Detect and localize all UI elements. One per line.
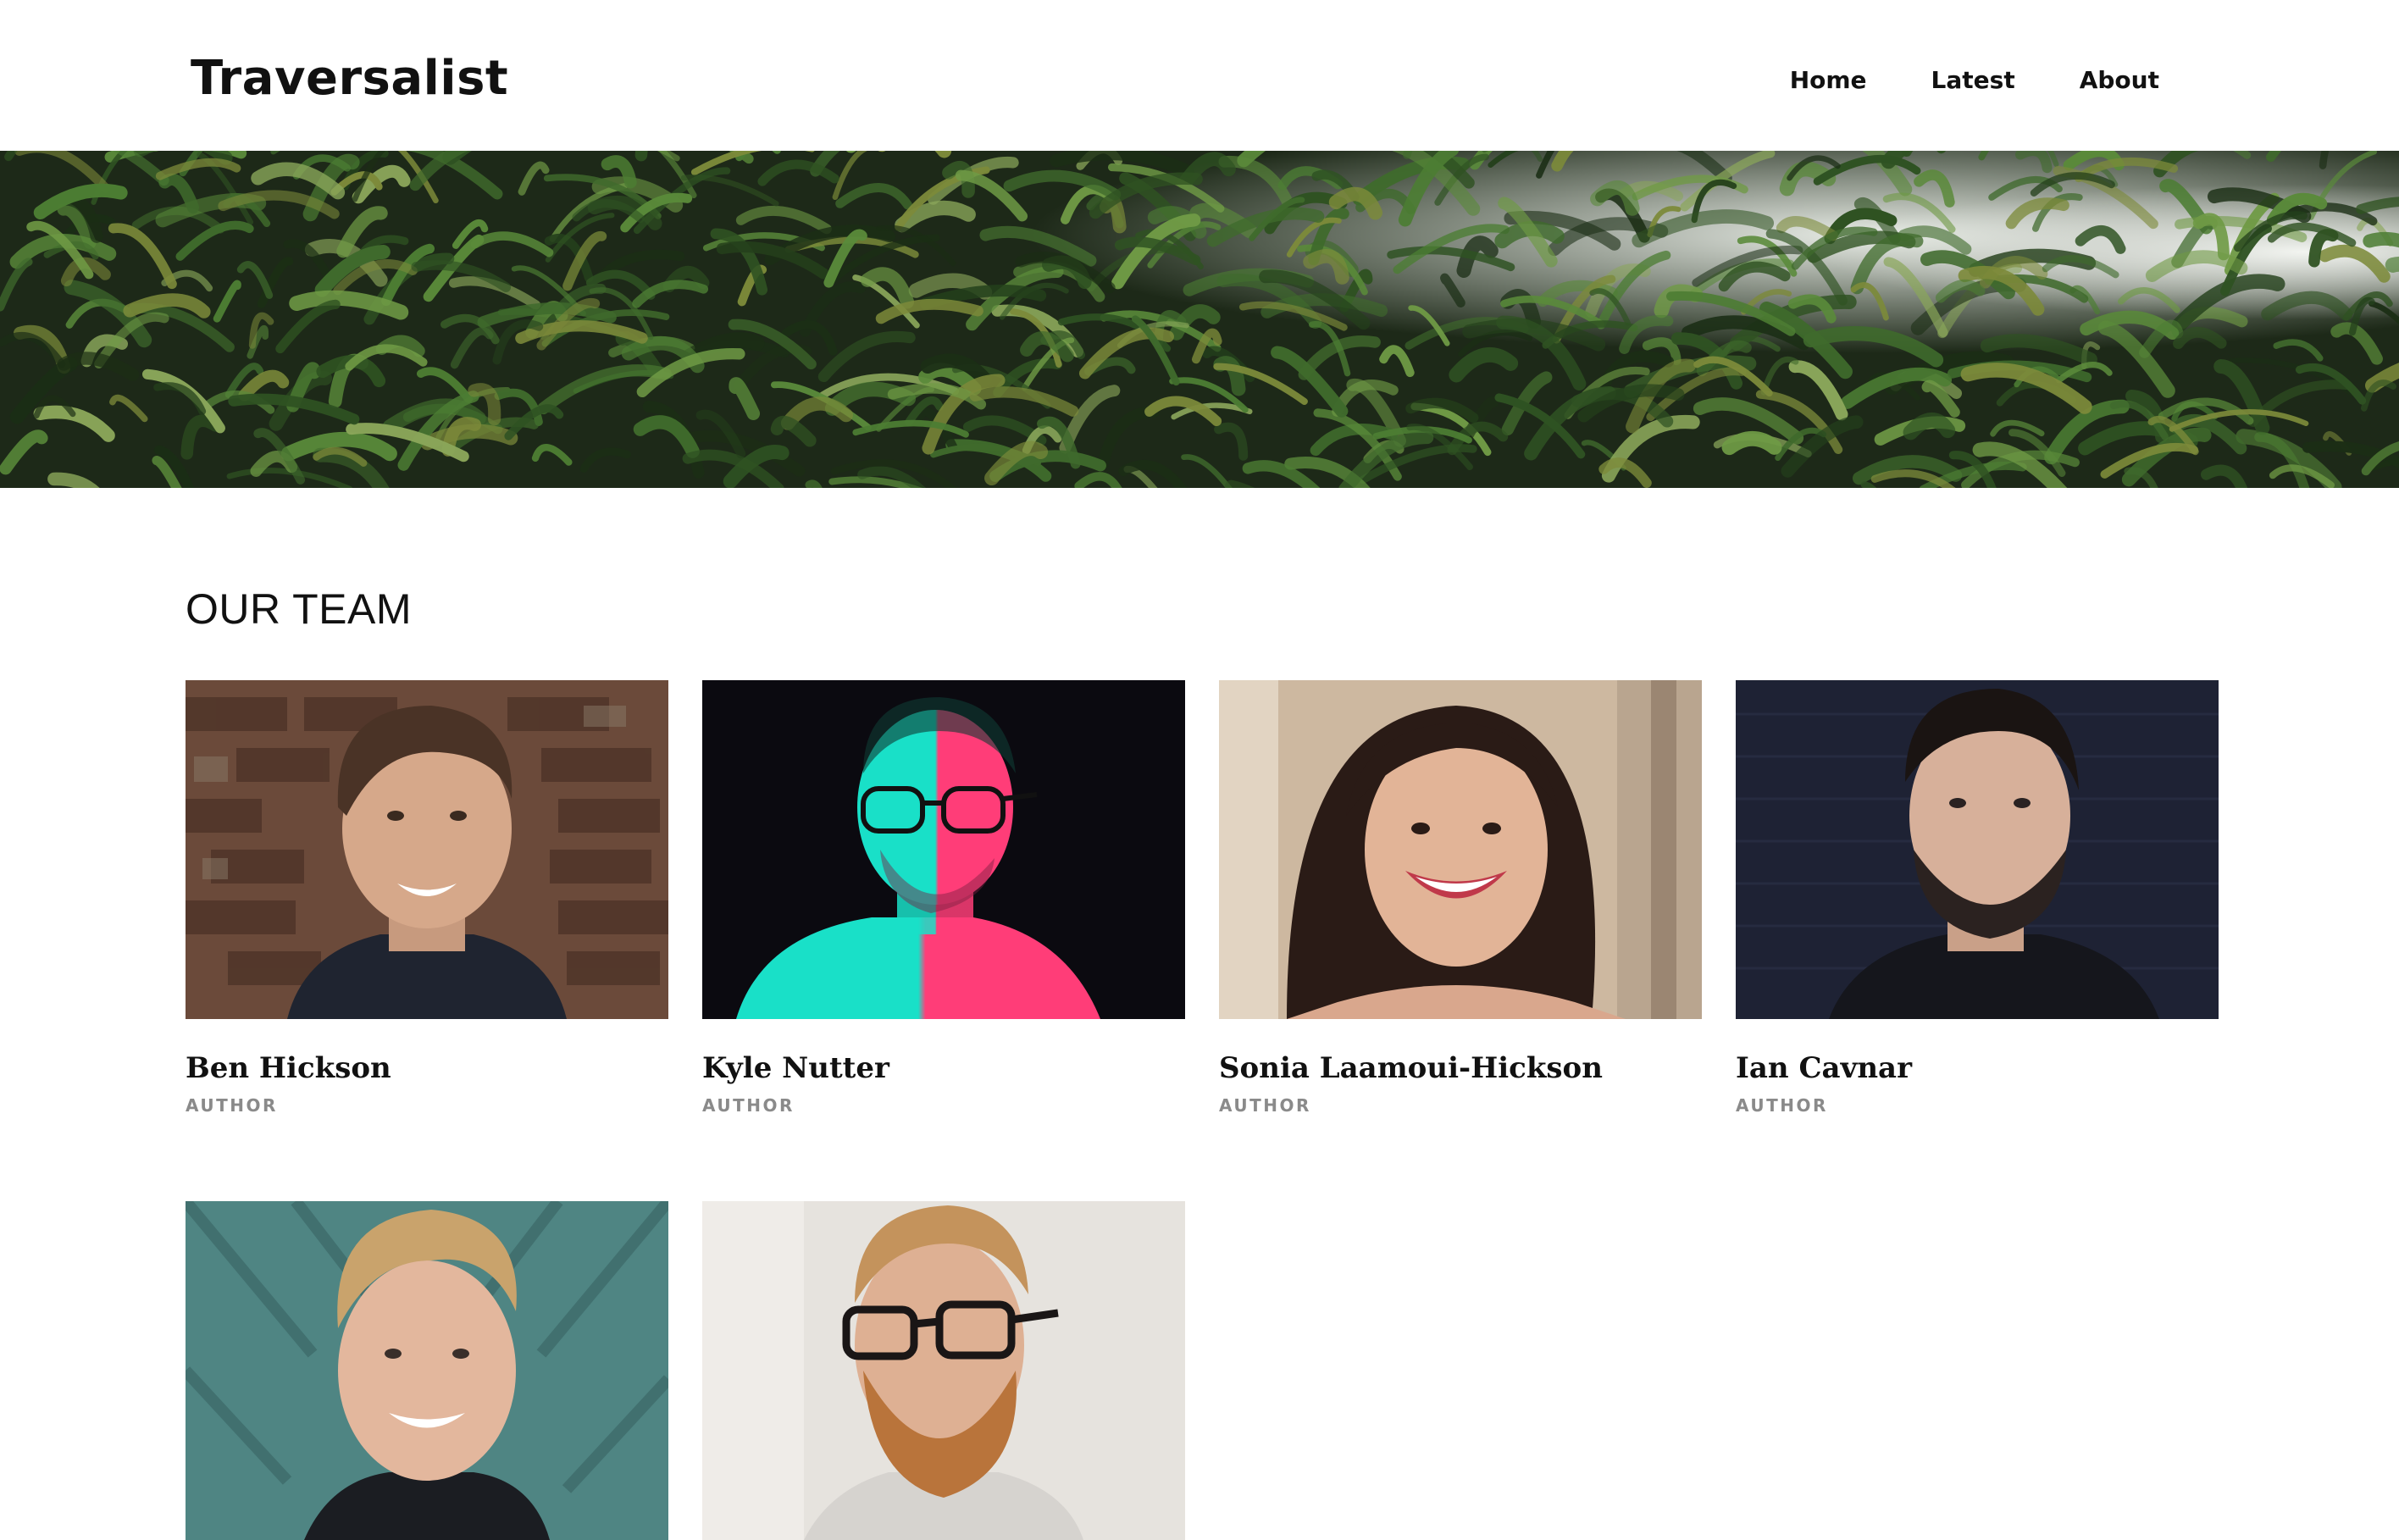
site-logo-link[interactable]: Traversalist [191, 51, 508, 106]
main-nav: Home Latest About [1726, 66, 2159, 94]
member-photo[interactable] [1219, 680, 1702, 1019]
nav-about-link[interactable]: About [2080, 66, 2159, 94]
member-name[interactable]: Kyle Nutter [702, 1051, 1185, 1085]
team-member-card[interactable]: Kyle Nutter AUTHOR [702, 680, 1185, 1116]
team-member-card[interactable]: Sonia Laamoui-Hickson AUTHOR [1219, 680, 1702, 1116]
member-role: AUTHOR [702, 1095, 1185, 1116]
team-member-card[interactable]: Ben Hickson AUTHOR [186, 680, 668, 1116]
team-member-card[interactable] [186, 1201, 668, 1540]
site-header: Traversalist Home Latest About [0, 0, 2399, 151]
member-photo[interactable] [702, 1201, 1185, 1540]
team-member-card[interactable] [702, 1201, 1185, 1540]
member-name[interactable]: Ben Hickson [186, 1051, 668, 1085]
member-name[interactable]: Ian Cavnar [1736, 1051, 2219, 1085]
member-role: AUTHOR [1736, 1095, 2219, 1116]
member-photo[interactable] [702, 680, 1185, 1019]
member-role: AUTHOR [186, 1095, 668, 1116]
member-name[interactable]: Sonia Laamoui-Hickson [1219, 1051, 1702, 1085]
member-role: AUTHOR [1219, 1095, 1702, 1116]
team-section-title: OUR TEAM [186, 584, 412, 634]
member-photo[interactable] [186, 680, 668, 1019]
nav-latest-link[interactable]: Latest [1931, 66, 2015, 94]
team-member-card[interactable]: Ian Cavnar AUTHOR [1736, 680, 2219, 1116]
member-photo[interactable] [186, 1201, 668, 1540]
foliage-leaf [1730, 439, 1775, 447]
hero-banner-image [0, 151, 2399, 488]
member-photo[interactable] [1736, 680, 2219, 1019]
nav-home-link[interactable]: Home [1790, 66, 1867, 94]
